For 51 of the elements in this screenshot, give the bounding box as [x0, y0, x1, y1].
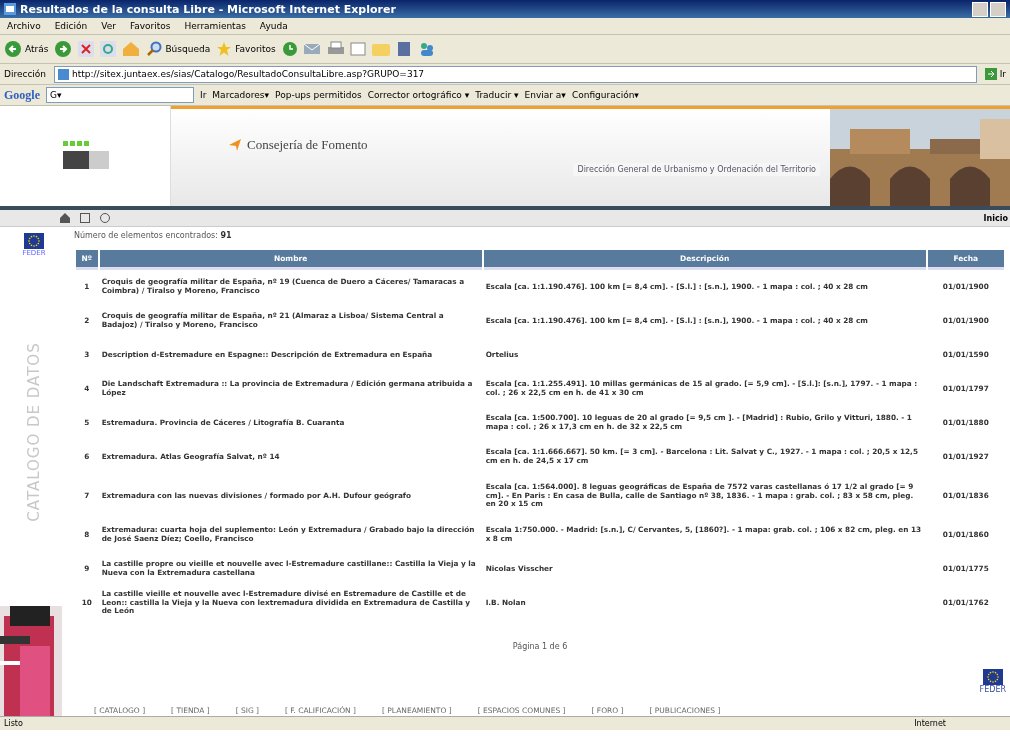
department-name: Consejería de Fomento	[247, 137, 368, 153]
help-icon[interactable]	[100, 213, 110, 223]
refresh-icon[interactable]	[100, 41, 117, 57]
google-toolbar-item[interactable]: Corrector ortográfico ▾	[367, 90, 470, 100]
home-link[interactable]: Inicio	[983, 213, 1010, 223]
home-icon[interactable]	[60, 213, 70, 223]
stop-icon[interactable]	[78, 41, 95, 57]
google-logo: Google	[4, 87, 40, 103]
back-icon	[4, 40, 22, 58]
search-icon	[146, 41, 163, 57]
google-search-field[interactable]: G▾	[46, 87, 194, 103]
address-field[interactable]: http://sitex.juntaex.es/sias/Catalogo/ResultadoConsultaLibre.asp?GRUPO=317	[54, 65, 977, 83]
search-button[interactable]: Búsqueda	[146, 41, 211, 57]
page-icon	[58, 68, 70, 80]
google-toolbar-item[interactable]: Pop-ups permitidos	[275, 90, 362, 100]
go-button[interactable]: Ir	[984, 68, 1006, 80]
pagination: Página 1 de 6	[511, 642, 569, 651]
google-toolbar-item[interactable]: Traducir ▾	[475, 90, 519, 100]
directorate-name: Dirección General de Urbanismo y Ordenación del Territorio	[573, 163, 820, 176]
window-icon[interactable]	[80, 213, 90, 223]
google-toolbar-item[interactable]: Marcadores▾	[212, 90, 270, 100]
google-toolbar-item[interactable]: Enviar a▾	[524, 90, 566, 100]
address-label: Dirección	[4, 69, 47, 79]
arrow-icon	[984, 68, 997, 80]
print-icon[interactable]	[327, 41, 344, 57]
zone-text: Internet	[914, 719, 946, 728]
google-go-button[interactable]: Ir	[200, 90, 207, 100]
back-button[interactable]: Atrás	[4, 40, 49, 58]
favorites-button[interactable]: Favoritos	[216, 41, 276, 57]
status-text: Listo	[4, 719, 23, 728]
menu-item[interactable]: Herramientas	[181, 21, 249, 31]
minimize-button[interactable]	[972, 1, 988, 17]
menu-item[interactable]: Archivo	[4, 21, 44, 31]
arrow-icon	[229, 139, 241, 151]
menu-item[interactable]: Ver	[98, 21, 119, 31]
menu-item[interactable]: Favoritos	[126, 21, 174, 31]
feder-caption: FEDER	[979, 685, 1006, 694]
google-toolbar-item[interactable]: Configuración▾	[571, 90, 639, 100]
maximize-button[interactable]	[990, 1, 1006, 17]
eu-flag-icon	[982, 669, 1003, 685]
book-icon[interactable]	[395, 41, 412, 57]
history-icon[interactable]	[281, 41, 298, 57]
star-icon	[216, 41, 233, 57]
eu-flag-icon	[24, 233, 44, 249]
browser-icon	[4, 3, 16, 15]
menu-item[interactable]: Edición	[51, 21, 91, 31]
mail-icon[interactable]	[303, 41, 322, 57]
window-title: Resultados de la consulta Libre - Microsoft Internet Explorer	[20, 2, 396, 16]
forward-icon[interactable]	[54, 40, 73, 58]
menu-item[interactable]: Ayuda	[256, 21, 291, 31]
result-count: Número de elementos encontrados: 91	[74, 231, 233, 240]
